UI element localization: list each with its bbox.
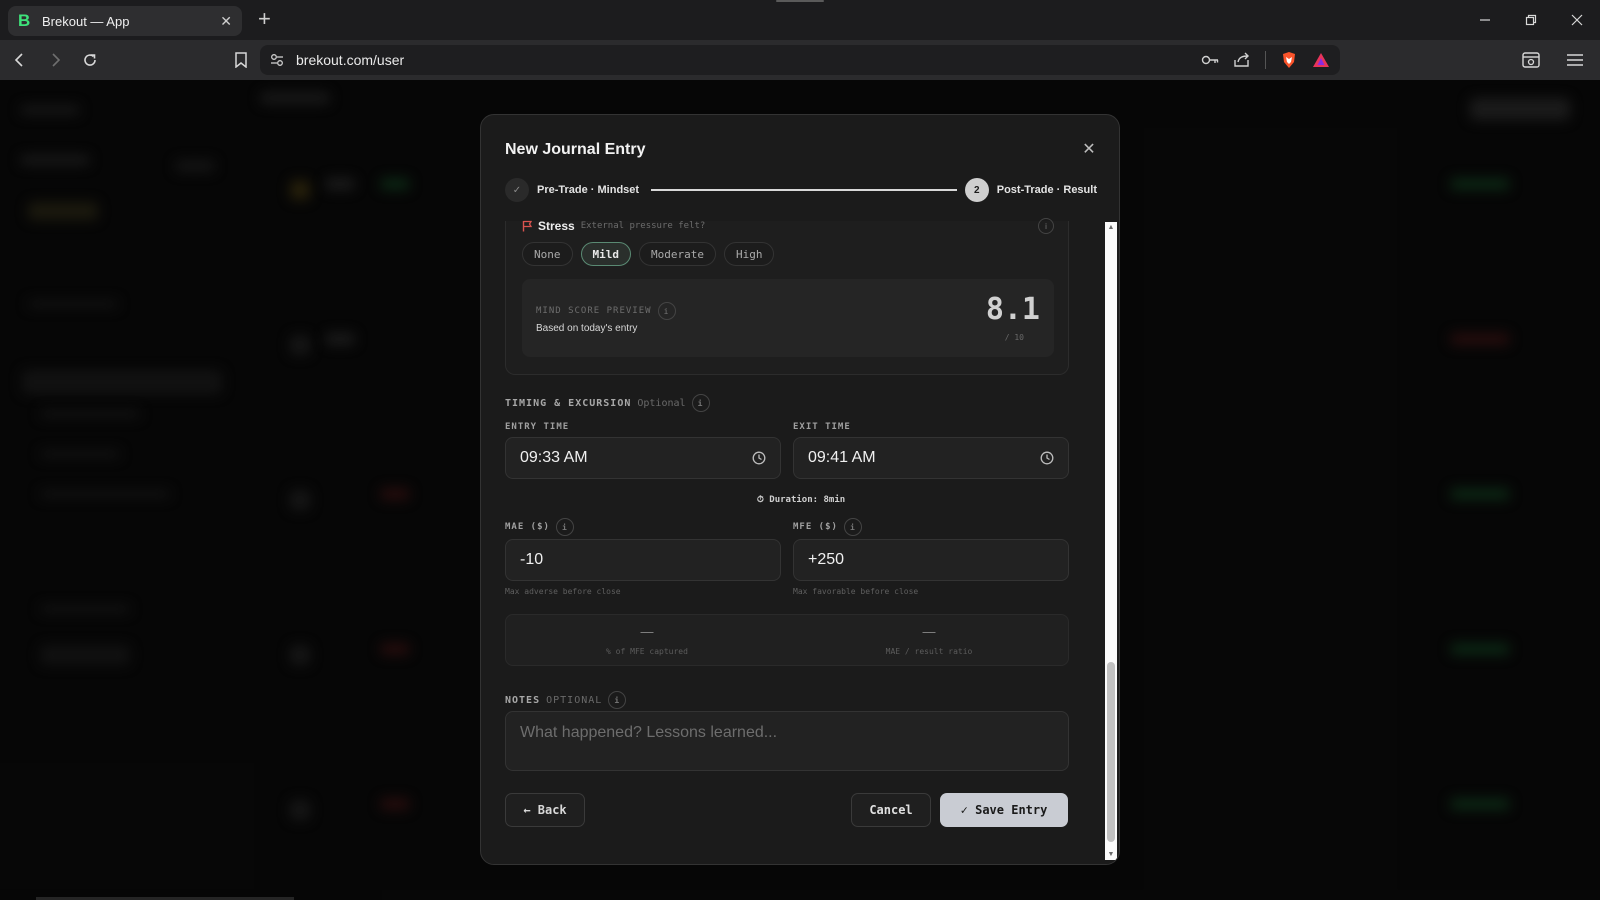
exit-time-value: 09:41 AM — [808, 449, 876, 466]
duration-readout: ⏱ Duration: 8min — [481, 495, 1119, 505]
window-controls — [1462, 0, 1600, 40]
mfe-captured-value: — — [640, 624, 654, 639]
stress-option-mild[interactable]: Mild — [580, 242, 631, 266]
mind-score-out-of: / 10 — [1004, 333, 1024, 342]
info-icon[interactable]: i — [555, 518, 574, 536]
tab-title: Brekout — App — [42, 13, 130, 29]
mae-label: MAE ($) — [505, 522, 550, 532]
url-text: brekout.com/user — [296, 52, 405, 68]
toolbar-separator — [1265, 51, 1266, 69]
notes-section-title: NOTES OPTIONAL i — [505, 691, 627, 709]
timing-optional: Optional — [637, 397, 686, 409]
info-icon[interactable]: i — [691, 394, 710, 412]
key-icon[interactable] — [1201, 54, 1219, 66]
step-2-number: 2 — [964, 178, 989, 202]
mae-label-row: MAE ($) i — [505, 518, 574, 536]
stress-option-moderate[interactable]: Moderate — [639, 242, 716, 266]
reload-icon[interactable] — [75, 45, 105, 75]
modal-title: New Journal Entry — [505, 141, 646, 158]
stress-option-high[interactable]: High — [723, 242, 775, 266]
modal-header: New Journal Entry ✕ ✓ Pre-Trade · Mindse… — [481, 115, 1119, 221]
stopwatch-icon: ⏱ — [756, 495, 764, 505]
bookmark-icon[interactable] — [226, 45, 256, 75]
step-progress: ✓ Pre-Trade · Mindset 2 Post-Trade · Res… — [505, 177, 1097, 203]
notes-textarea[interactable]: What happened? Lessons learned... — [505, 711, 1069, 771]
back-button[interactable]: ← Back — [505, 793, 585, 827]
entry-time-value: 09:33 AM — [520, 449, 588, 466]
mfe-captured-label: % of MFE captured — [606, 647, 688, 656]
save-entry-button[interactable]: ✓ Save Entry — [940, 793, 1068, 827]
forward-nav-icon[interactable] — [40, 45, 70, 75]
modal-scroll-thumb[interactable] — [1107, 662, 1115, 842]
mae-ratio-value: — — [922, 624, 936, 639]
menu-icon[interactable] — [1560, 45, 1590, 75]
mae-helper: Max adverse before close — [505, 587, 621, 596]
info-icon[interactable]: i — [608, 691, 627, 709]
scroll-down-icon[interactable]: ▼ — [1107, 851, 1115, 858]
modal-scrollbar[interactable]: ▲ ▼ — [1105, 222, 1117, 860]
scroll-up-icon[interactable]: ▲ — [1107, 224, 1115, 231]
browser-toolbar: brekout.com/user — [0, 40, 1600, 80]
back-nav-icon[interactable] — [5, 45, 35, 75]
flag-icon — [522, 220, 532, 232]
minimize-icon[interactable] — [1462, 0, 1508, 40]
mae-input[interactable]: -10 — [505, 539, 781, 581]
mfe-input[interactable]: +250 — [793, 539, 1069, 581]
close-icon[interactable]: ✕ — [1077, 137, 1101, 161]
mae-ratio-label: MAE / result ratio — [885, 647, 973, 656]
exit-time-label: EXIT TIME — [793, 422, 851, 432]
brekout-favicon-icon: B — [18, 11, 31, 30]
timing-title: TIMING & EXCURSION — [505, 397, 632, 409]
step-1-label: Pre-Trade · Mindset — [537, 184, 640, 196]
share-icon[interactable] — [1233, 52, 1251, 68]
mfe-label-row: MFE ($) i — [793, 518, 862, 536]
exit-time-input[interactable]: 09:41 AM — [793, 437, 1069, 479]
journal-entry-modal: New Journal Entry ✕ ✓ Pre-Trade · Mindse… — [480, 114, 1120, 865]
stress-title: Stress — [538, 219, 575, 233]
address-bar[interactable]: brekout.com/user — [260, 45, 1340, 75]
stress-options: None Mild Moderate High — [522, 242, 775, 266]
entry-time-label: ENTRY TIME — [505, 422, 570, 432]
close-tab-icon[interactable]: ✕ — [220, 13, 232, 30]
excursion-stats: — % of MFE captured — MAE / result ratio — [505, 614, 1069, 666]
window-drag-handle[interactable] — [776, 0, 824, 2]
info-icon[interactable]: i — [1038, 218, 1054, 234]
browser-tab[interactable]: B Brekout — App ✕ — [8, 6, 242, 36]
stress-card: Stress External pressure felt? i None Mi… — [505, 218, 1069, 375]
step-connector — [651, 189, 957, 191]
mind-score-label: MIND SCORE PREVIEW — [536, 306, 652, 316]
stress-option-none[interactable]: None — [522, 242, 573, 266]
mind-score-subtitle: Based on today's entry — [536, 323, 638, 334]
info-icon[interactable]: i — [843, 518, 862, 536]
mfe-helper: Max favorable before close — [793, 587, 919, 596]
notes-optional: OPTIONAL — [546, 694, 603, 706]
step-2-label: Post-Trade · Result — [996, 184, 1097, 196]
browser-tab-bar: B Brekout — App ✕ + — [0, 0, 1600, 40]
brave-rewards-icon[interactable] — [1312, 52, 1330, 68]
site-settings-icon[interactable] — [270, 53, 284, 67]
step-1-check-icon[interactable]: ✓ — [505, 178, 529, 202]
cancel-button[interactable]: Cancel — [851, 793, 931, 827]
duration-text: Duration: 8min — [769, 495, 846, 505]
close-window-icon[interactable] — [1554, 0, 1600, 40]
sidebar-toggle-icon[interactable] — [1516, 45, 1546, 75]
new-tab-button[interactable]: + — [258, 8, 271, 30]
info-icon[interactable]: i — [657, 302, 676, 320]
modal-scroll-content[interactable]: Stress External pressure felt? i None Mi… — [481, 218, 1119, 864]
clock-icon[interactable] — [1040, 451, 1054, 465]
mfe-label: MFE ($) — [793, 522, 838, 532]
brave-shields-icon[interactable] — [1280, 51, 1298, 69]
restore-icon[interactable] — [1508, 0, 1554, 40]
clock-icon[interactable] — [752, 451, 766, 465]
mind-score-value: 8.1 — [985, 292, 1040, 327]
notes-label: NOTES — [505, 694, 541, 706]
timing-section-title: TIMING & EXCURSION Optional i — [505, 394, 710, 412]
stress-subtitle: External pressure felt? — [580, 221, 706, 231]
entry-time-input[interactable]: 09:33 AM — [505, 437, 781, 479]
mind-score-preview: MIND SCORE PREVIEW i Based on today's en… — [522, 279, 1054, 357]
